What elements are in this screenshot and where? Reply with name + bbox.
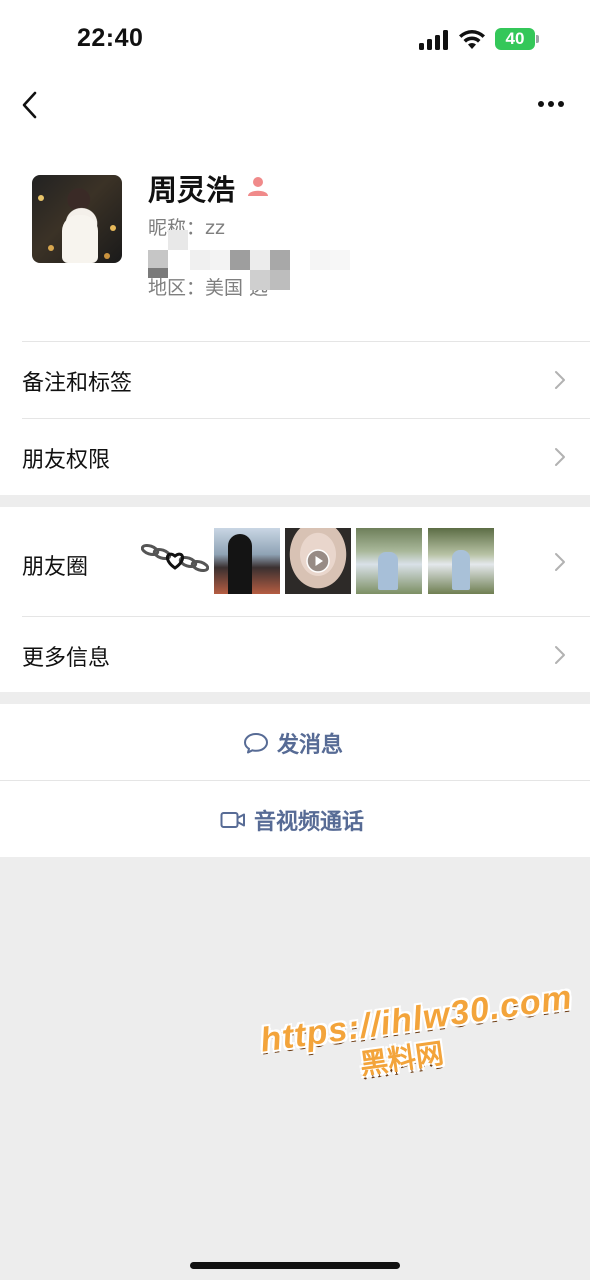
moments-label: 朋友圈 xyxy=(22,555,89,580)
profile-name: 周灵浩 xyxy=(148,173,236,207)
battery-level: 40 xyxy=(495,28,535,50)
cellular-signal-icon xyxy=(419,30,449,50)
chevron-right-icon xyxy=(555,371,565,389)
status-time: 22:40 xyxy=(77,24,144,52)
play-icon xyxy=(306,549,330,573)
chevron-right-icon xyxy=(555,553,565,571)
send-message-label: 发消息 xyxy=(277,733,344,758)
more-info-label: 更多信息 xyxy=(22,646,111,671)
video-call-button[interactable]: 音视频通话 xyxy=(0,781,590,857)
more-info-row[interactable]: 更多信息 xyxy=(0,617,590,692)
moments-photo[interactable] xyxy=(428,528,494,594)
section-gap xyxy=(0,692,590,704)
video-camera-icon xyxy=(220,812,245,828)
send-message-button[interactable]: 发消息 xyxy=(0,704,590,780)
status-bar: 22:40 40 xyxy=(0,0,590,78)
friend-permissions-label: 朋友权限 xyxy=(22,448,111,473)
moments-video-thumbnail[interactable] xyxy=(285,528,351,594)
back-arrow-icon[interactable] xyxy=(18,88,46,122)
chevron-right-icon xyxy=(555,646,565,664)
remark-tags-label: 备注和标签 xyxy=(22,371,133,396)
home-indicator[interactable] xyxy=(190,1262,400,1269)
wifi-icon xyxy=(459,30,485,49)
video-call-label: 音视频通话 xyxy=(254,810,365,835)
more-options-icon[interactable] xyxy=(536,96,566,110)
chain-heart-sticker xyxy=(141,543,209,573)
friend-permissions-row[interactable]: 朋友权限 xyxy=(0,419,590,495)
avatar[interactable] xyxy=(32,175,122,263)
battery-icon: 40 xyxy=(495,28,539,50)
pixelated-redaction xyxy=(148,230,358,292)
moments-photo[interactable] xyxy=(214,528,280,594)
moments-photo[interactable] xyxy=(356,528,422,594)
contact-person-icon xyxy=(248,177,268,196)
chevron-right-icon xyxy=(555,448,565,466)
site-watermark: https://ihlw30.com 黑料网 xyxy=(258,978,580,1096)
remark-tags-row[interactable]: 备注和标签 xyxy=(0,342,590,418)
profile-page: 22:40 40 周灵浩 昵称：zz 地区：美国 选 备注和标签 朋友权限 朋友… xyxy=(0,0,590,857)
section-gap xyxy=(0,495,590,507)
chat-bubble-icon xyxy=(244,733,268,754)
